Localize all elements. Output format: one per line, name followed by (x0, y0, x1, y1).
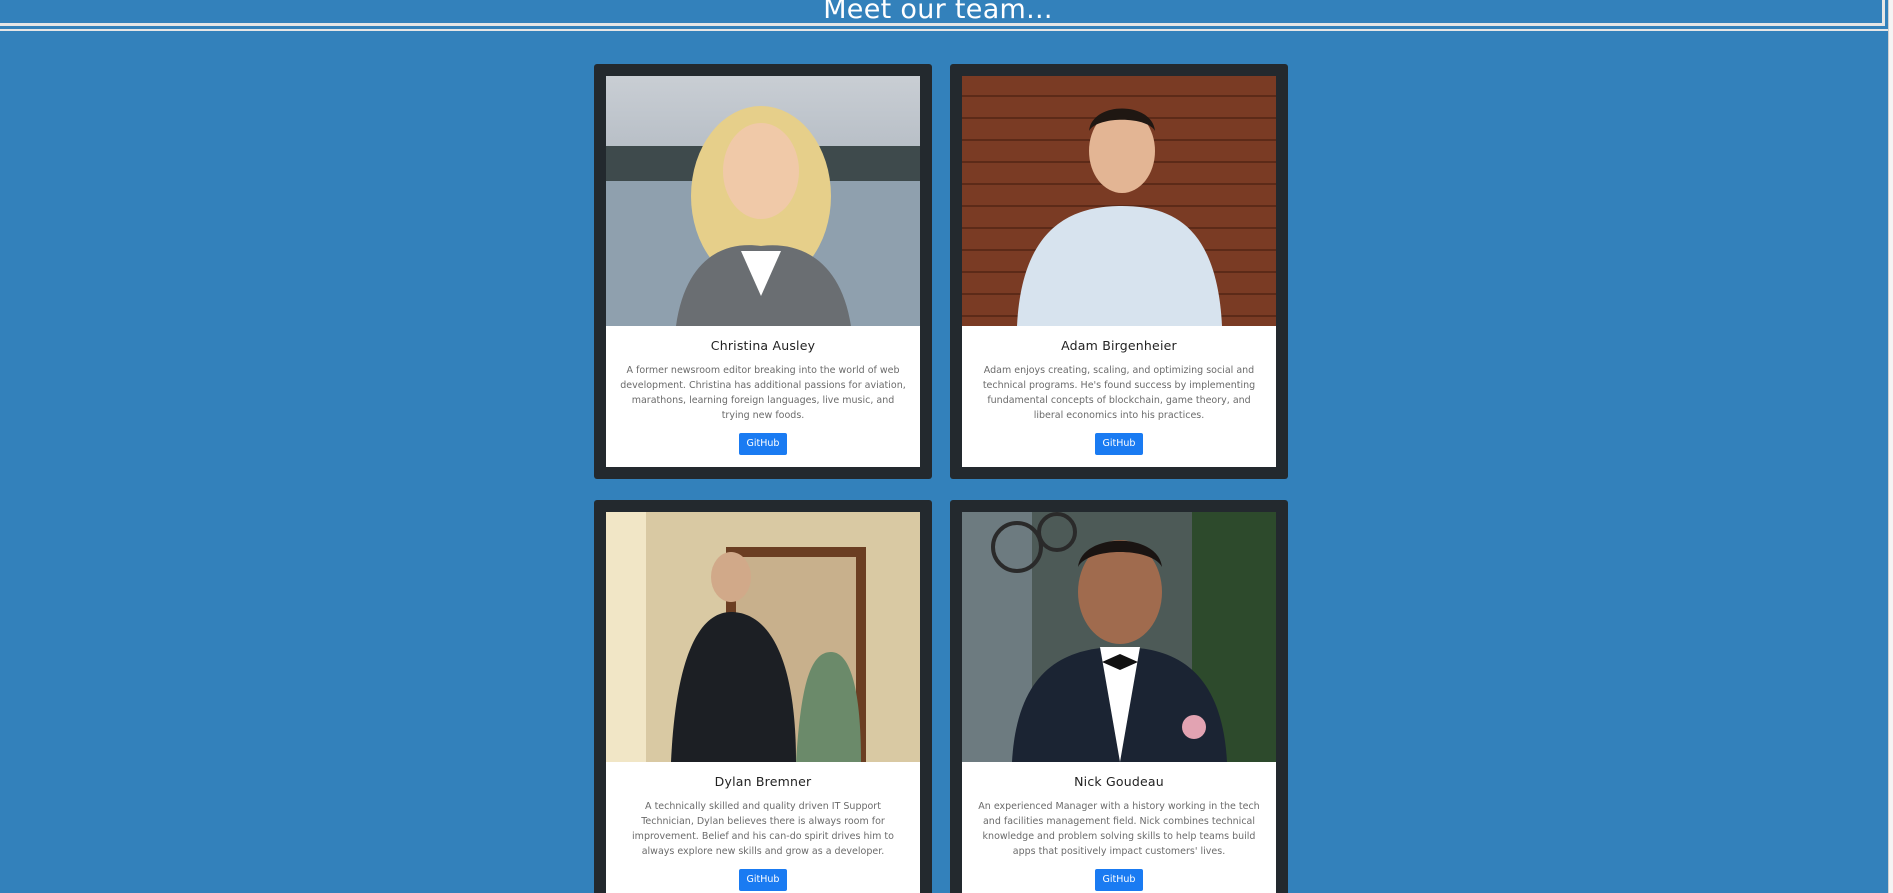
github-button[interactable]: GitHub (738, 869, 788, 891)
team-member-name: Nick Goudeau (1074, 774, 1164, 789)
team-card-frame: Adam Birgenheier Adam enjoys creating, s… (950, 64, 1288, 479)
github-button[interactable]: GitHub (738, 433, 788, 455)
github-button[interactable]: GitHub (1094, 433, 1144, 455)
team-card-body: Christina Ausley A former newsroom edito… (606, 326, 920, 467)
header-divider (0, 29, 1893, 31)
team-card-frame: Nick Goudeau An experienced Manager with… (950, 500, 1288, 893)
team-card: Christina Ausley A former newsroom edito… (606, 76, 920, 467)
team-card-body: Nick Goudeau An experienced Manager with… (962, 762, 1276, 893)
team-card-body: Dylan Bremner A technically skilled and … (606, 762, 920, 893)
team-member-photo (606, 76, 920, 326)
team-card: Dylan Bremner A technically skilled and … (606, 512, 920, 893)
team-card-frame: Dylan Bremner A technically skilled and … (594, 500, 932, 893)
team-member-photo (606, 512, 920, 762)
scrollbar[interactable] (1888, 0, 1893, 893)
team-member-bio: A technically skilled and quality driven… (632, 801, 894, 857)
team-member-name: Dylan Bremner (714, 774, 812, 789)
team-member-bio: An experienced Manager with a history wo… (978, 801, 1260, 857)
team-card: Nick Goudeau An experienced Manager with… (962, 512, 1276, 893)
team-member-photo (962, 76, 1276, 326)
team-member-bio: Adam enjoys creating, scaling, and optim… (982, 365, 1256, 421)
team-card-frame: Christina Ausley A former newsroom edito… (594, 64, 932, 479)
github-button[interactable]: GitHub (1094, 869, 1144, 891)
team-card-body: Adam Birgenheier Adam enjoys creating, s… (962, 326, 1276, 467)
team-member-bio: A former newsroom editor breaking into t… (620, 365, 906, 421)
page-title: Meet our team... (823, 0, 1053, 25)
team-page: Meet our team... Christina Ausley A form… (0, 0, 1893, 893)
team-member-name: Christina Ausley (710, 338, 816, 353)
team-member-photo (962, 512, 1276, 762)
team-card: Adam Birgenheier Adam enjoys creating, s… (962, 76, 1276, 467)
team-member-name: Adam Birgenheier (1061, 338, 1177, 353)
page-header: Meet our team... (0, 0, 1885, 26)
